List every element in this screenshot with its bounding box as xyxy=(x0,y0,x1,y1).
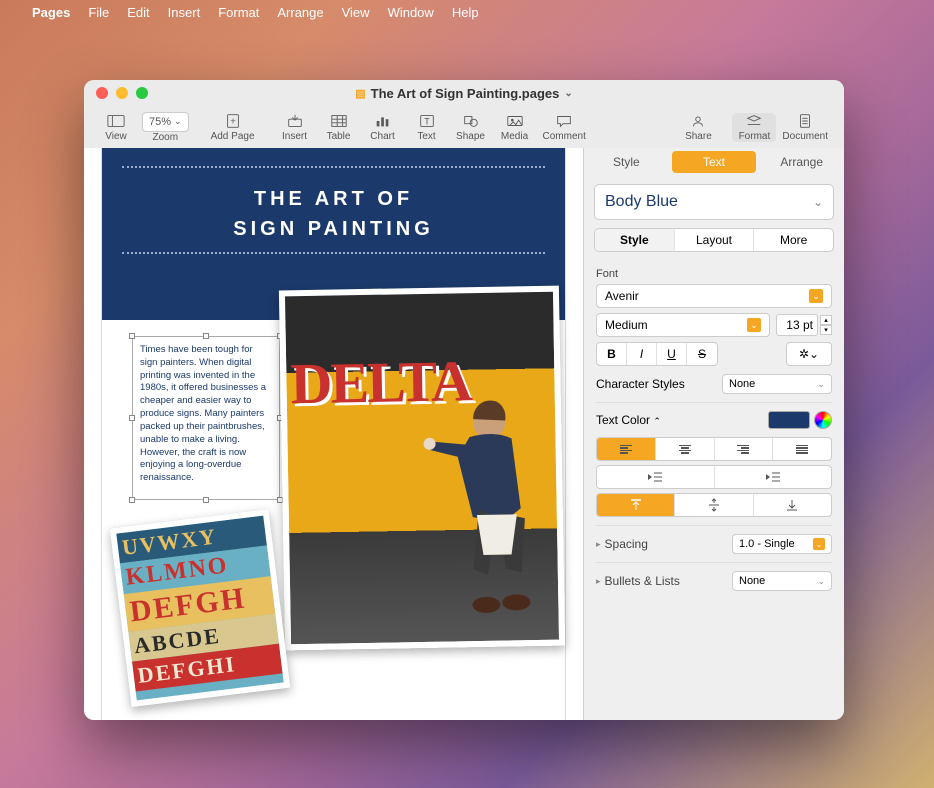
indent-group xyxy=(596,465,832,489)
document-title: THE ART OF SIGN PAINTING xyxy=(122,184,545,244)
tab-style[interactable]: Style xyxy=(584,148,669,176)
shape-button[interactable]: Shape xyxy=(449,113,493,142)
paragraph-style-select[interactable]: Body Blue ⌄ xyxy=(594,184,834,220)
app-menu[interactable]: Pages xyxy=(32,5,70,20)
menu-window[interactable]: Window xyxy=(388,5,434,20)
toolbar: View 75%⌄ Zoom + Add Page Insert Table C… xyxy=(84,106,844,148)
window-title-text: The Art of Sign Painting.pages xyxy=(371,86,560,101)
chevron-down-icon: ⌄ xyxy=(813,195,823,209)
color-wheel-button[interactable] xyxy=(814,411,832,429)
svg-text:T: T xyxy=(424,116,430,126)
v-align-group xyxy=(596,493,832,517)
dropdown-arrow-icon: ⌄ xyxy=(813,538,825,550)
font-size-input[interactable] xyxy=(776,314,818,336)
photo-delta[interactable]: DELTA xyxy=(279,286,565,651)
document-page: THE ART OF SIGN PAINTING Times have been… xyxy=(102,148,565,720)
selection-box xyxy=(132,336,280,500)
photo-alphabet[interactable]: UVWXY KLMNO DEFGH ABCDE DEFGHI xyxy=(110,509,291,707)
menu-insert[interactable]: Insert xyxy=(168,5,201,20)
document-canvas[interactable]: THE ART OF SIGN PAINTING Times have been… xyxy=(84,148,584,720)
svg-text:+: + xyxy=(230,116,236,127)
document-button[interactable]: Document xyxy=(776,113,834,142)
chart-button[interactable]: Chart xyxy=(361,113,405,142)
outdent-button[interactable] xyxy=(597,466,715,488)
titlebar: ▧ The Art of Sign Painting.pages ⌄ xyxy=(84,80,844,106)
menu-edit[interactable]: Edit xyxy=(127,5,149,20)
align-left-button[interactable] xyxy=(597,438,656,460)
bullets-select[interactable]: None ⌄ xyxy=(732,571,832,591)
h-align-group xyxy=(596,437,832,461)
valign-middle-button[interactable] xyxy=(675,494,753,516)
menu-file[interactable]: File xyxy=(88,5,109,20)
media-button[interactable]: Media xyxy=(493,113,537,142)
strike-button[interactable]: S xyxy=(687,343,717,365)
bold-button[interactable]: B xyxy=(597,343,627,365)
size-up-button[interactable]: ▴ xyxy=(820,315,832,325)
text-button[interactable]: T Text xyxy=(405,113,449,142)
tab-arrange[interactable]: Arrange xyxy=(759,148,844,176)
bullets-disclosure[interactable]: ▸Bullets & Lists xyxy=(596,574,680,588)
text-color-label: Text Color ⌃ xyxy=(596,413,661,427)
font-family-select[interactable]: Avenir ⌄ xyxy=(596,284,832,308)
align-center-button[interactable] xyxy=(656,438,715,460)
size-down-button[interactable]: ▾ xyxy=(820,325,832,335)
advanced-options-button[interactable]: ✲⌄ xyxy=(786,342,832,366)
insert-button[interactable]: Insert xyxy=(273,113,317,142)
comment-button[interactable]: Comment xyxy=(537,113,592,142)
align-justify-button[interactable] xyxy=(773,438,831,460)
text-color-well[interactable] xyxy=(768,411,810,429)
pages-window: ▧ The Art of Sign Painting.pages ⌄ View … xyxy=(84,80,844,720)
zoom-value: 75% xyxy=(149,116,171,128)
zoom-control[interactable]: 75%⌄ Zoom xyxy=(138,112,193,143)
subtab-more[interactable]: More xyxy=(754,229,833,251)
font-style-group: B I U S xyxy=(596,342,718,366)
menu-arrange[interactable]: Arrange xyxy=(277,5,323,20)
align-right-button[interactable] xyxy=(715,438,774,460)
menu-format[interactable]: Format xyxy=(218,5,259,20)
font-weight-select[interactable]: Medium ⌄ xyxy=(596,313,770,337)
spacing-disclosure[interactable]: ▸Spacing xyxy=(596,537,648,551)
format-button[interactable]: Format xyxy=(732,113,776,142)
subtab-style[interactable]: Style xyxy=(595,229,675,251)
title-dropdown-icon: ⌄ xyxy=(564,88,572,99)
text-subtabs: Style Layout More xyxy=(594,228,834,252)
subtab-layout[interactable]: Layout xyxy=(675,229,755,251)
share-button[interactable]: Share xyxy=(676,113,720,142)
indent-button[interactable] xyxy=(715,466,832,488)
italic-button[interactable]: I xyxy=(627,343,657,365)
char-styles-select[interactable]: None ⌄ xyxy=(722,374,832,394)
document-icon: ▧ xyxy=(355,87,365,100)
dropdown-arrow-icon: ⌄ xyxy=(747,318,761,332)
spacing-select[interactable]: 1.0 - Single ⌄ xyxy=(732,534,832,554)
table-button[interactable]: Table xyxy=(317,113,361,142)
view-button[interactable]: View xyxy=(94,113,138,142)
char-styles-label: Character Styles xyxy=(596,377,685,391)
font-heading: Font xyxy=(596,268,832,280)
window-title[interactable]: ▧ The Art of Sign Painting.pages ⌄ xyxy=(84,86,844,101)
format-inspector: Style Text Arrange Body Blue ⌄ Style Lay… xyxy=(584,148,844,720)
chevron-down-icon: ⌄ xyxy=(817,576,825,587)
macos-menubar: Pages File Edit Insert Format Arrange Vi… xyxy=(0,0,934,24)
font-size-field[interactable]: ▴ ▾ xyxy=(776,314,832,336)
menu-view[interactable]: View xyxy=(342,5,370,20)
valign-top-button[interactable] xyxy=(597,494,675,516)
paragraph-style-label: Body Blue xyxy=(605,193,678,211)
menu-help[interactable]: Help xyxy=(452,5,479,20)
valign-bottom-button[interactable] xyxy=(754,494,831,516)
add-page-button[interactable]: + Add Page xyxy=(205,113,261,142)
painter-figure xyxy=(411,388,545,630)
underline-button[interactable]: U xyxy=(657,343,687,365)
chevron-down-icon: ⌄ xyxy=(817,379,825,390)
tab-text[interactable]: Text xyxy=(672,151,757,173)
dropdown-arrow-icon: ⌄ xyxy=(809,289,823,303)
